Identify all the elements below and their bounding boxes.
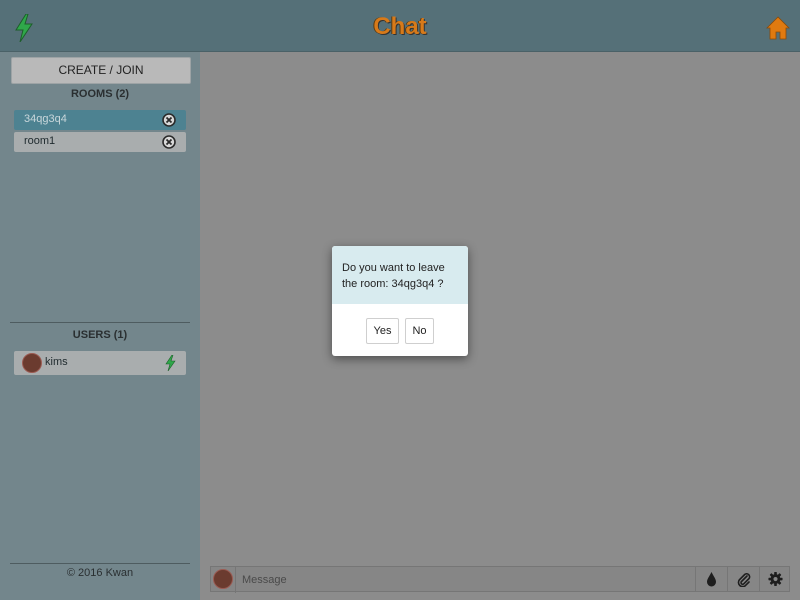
dialog-body: Do you want to leave the room: 34qg3q4 ? bbox=[332, 246, 468, 304]
divider bbox=[10, 322, 190, 323]
close-room-icon[interactable] bbox=[162, 113, 176, 127]
drop-icon bbox=[707, 572, 716, 587]
user-item-kims[interactable]: kims bbox=[14, 351, 186, 375]
copyright-footer: © 2016 Kwan bbox=[66, 567, 134, 579]
lightning-bolt-icon bbox=[165, 355, 176, 371]
leave-room-dialog: Do you want to leave the room: 34qg3q4 ?… bbox=[332, 246, 468, 356]
attach-button[interactable] bbox=[727, 567, 758, 591]
paperclip-icon bbox=[737, 573, 751, 587]
close-room-icon[interactable] bbox=[162, 135, 176, 149]
color-drop-button[interactable] bbox=[695, 567, 726, 591]
yes-button[interactable]: Yes bbox=[366, 318, 399, 344]
rooms-heading: ROOMS (2) bbox=[70, 88, 130, 100]
message-composer bbox=[210, 566, 790, 593]
room-item-room1[interactable]: room1 bbox=[14, 132, 186, 152]
room-label: room1 bbox=[24, 135, 56, 147]
page-title: Chat bbox=[373, 13, 427, 40]
avatar bbox=[22, 353, 42, 373]
sidebar: CREATE / JOIN ROOMS (2) 34qg3q4 room1 US… bbox=[0, 52, 200, 600]
home-icon[interactable] bbox=[766, 16, 790, 40]
message-input[interactable] bbox=[235, 567, 704, 593]
users-heading: USERS (1) bbox=[72, 329, 128, 341]
gear-icon bbox=[768, 571, 783, 587]
room-label: 34qg3q4 bbox=[24, 113, 67, 125]
create-join-button[interactable]: CREATE / JOIN bbox=[11, 57, 191, 84]
avatar bbox=[213, 569, 233, 589]
no-button[interactable]: No bbox=[405, 318, 434, 344]
room-item-34qg3q4[interactable]: 34qg3q4 bbox=[14, 110, 186, 130]
chat-area bbox=[200, 52, 800, 600]
settings-button[interactable] bbox=[759, 567, 790, 591]
user-name: kims bbox=[45, 356, 68, 368]
dialog-message: Do you want to leave the room: 34qg3q4 ? bbox=[342, 262, 445, 290]
divider bbox=[10, 563, 190, 564]
app-header: Chat bbox=[0, 0, 800, 52]
